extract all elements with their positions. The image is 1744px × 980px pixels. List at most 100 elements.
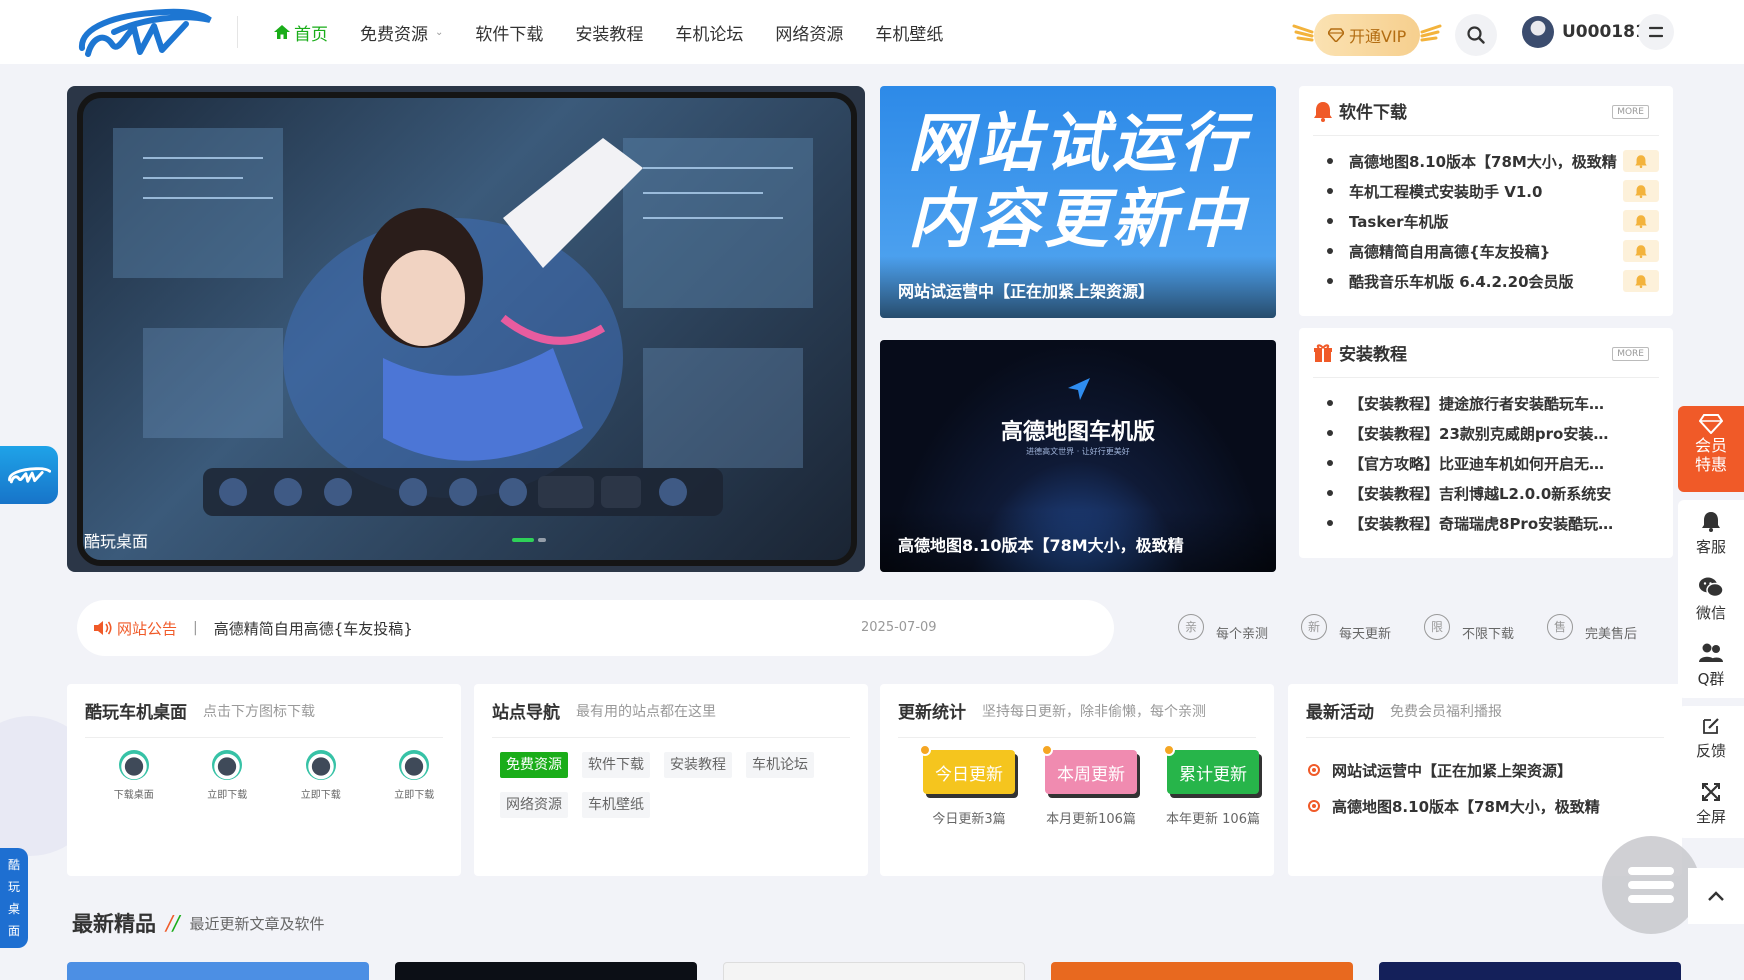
post-thumbnail[interactable]	[723, 962, 1025, 980]
post-thumbnail[interactable]	[1051, 962, 1353, 980]
list-item[interactable]: 【安装教程】奇瑞瑞虎8Pro安装酷玩…	[1327, 508, 1659, 538]
site-logo-icon	[8, 467, 51, 484]
desktop-download-item[interactable]: 立即下载	[274, 750, 368, 801]
nav-tag[interactable]: 网络资源	[500, 792, 568, 818]
software-more-link[interactable]: MORE	[1612, 105, 1649, 119]
hero-pagination[interactable]	[512, 538, 550, 542]
nav-network[interactable]: 网络资源	[775, 20, 843, 45]
post-thumbnail[interactable]	[67, 962, 369, 980]
tools-group: 反馈 全屏	[1678, 706, 1744, 838]
nav-tag[interactable]: 免费资源	[500, 752, 568, 778]
post-thumbnail[interactable]	[1379, 962, 1681, 980]
feature-badge-icon: 售	[1547, 613, 1574, 640]
wing-left-icon	[1292, 24, 1314, 42]
update-stat: 今日更新 今日更新3篇	[908, 744, 1030, 827]
hero-artwork	[113, 128, 813, 516]
feature-badge-label: 完美售后	[1585, 627, 1638, 642]
amap-banner-subtitle: 进德高文世界 · 让好行更美好	[1026, 447, 1130, 456]
customer-service-button[interactable]: 客服	[1678, 500, 1744, 566]
list-item-badge	[1623, 270, 1659, 292]
list-item[interactable]: 【安装教程】吉利博越L2.0.0新系统安	[1327, 478, 1659, 508]
diamond-icon	[1328, 28, 1344, 42]
desktop-card-hint: 点击下方图标下载	[203, 703, 315, 720]
site-logo[interactable]	[74, 4, 214, 60]
list-item-title: 【安装教程】23款别克威朗pro安装…	[1349, 424, 1609, 443]
nav-tag[interactable]: 车机壁纸	[582, 792, 650, 818]
list-item[interactable]: 【安装教程】捷途旅行者安装酷玩车…	[1327, 388, 1659, 418]
announcement-label: 网站公告	[117, 619, 178, 638]
hero-slider[interactable]: 酷玩桌面	[67, 86, 865, 572]
list-item[interactable]: Tasker车机版	[1327, 206, 1659, 236]
desktop-download-card: 酷玩车机桌面 点击下方图标下载 下载桌面 立即下载 立即下载 立即下载	[67, 684, 461, 876]
list-item[interactable]: 高德地图8.10版本【78M大小，极致精	[1327, 146, 1659, 176]
floating-menu-button[interactable]	[1602, 836, 1700, 934]
amap-banner-title: 高德地图车机版	[1000, 420, 1155, 445]
download-label: 立即下载	[207, 790, 248, 801]
download-label: 下载桌面	[113, 790, 154, 801]
activity-item[interactable]: 网站试运营中【正在加紧上架资源】	[1308, 752, 1682, 788]
wechat-label: 微信	[1695, 604, 1726, 622]
gift-icon	[1314, 343, 1332, 362]
list-item[interactable]: 【官方攻略】比亚迪车机如何开启无…	[1327, 448, 1659, 478]
nav-forum-label: 车机论坛	[675, 24, 744, 45]
software-download-box: 软件下载 MORE 高德地图8.10版本【78M大小，极致精 车机工程模式安装助手…	[1299, 86, 1673, 316]
trial-banner-text: 网站试运行 内容更新中	[908, 106, 1248, 258]
activity-card-header: 最新活动 免费会员福利播报	[1306, 684, 1664, 738]
float-logo-button[interactable]	[0, 446, 58, 504]
feature-card-amap[interactable]: 高德地图车机版 进德高文世界 · 让好行更美好 高德地图8.10版本【78M大小…	[880, 340, 1276, 572]
diamond-icon	[1699, 414, 1723, 434]
list-item[interactable]: 【安装教程】23款别克威朗pro安装…	[1327, 418, 1659, 448]
back-to-top-button[interactable]	[1688, 868, 1744, 924]
customer-service-label: 客服	[1695, 538, 1726, 556]
search-button[interactable]	[1455, 14, 1497, 56]
float-desktop-tab[interactable]: 酷 玩 桌 面	[0, 848, 28, 948]
desktop-download-item[interactable]: 立即下载	[181, 750, 275, 801]
list-item[interactable]: 高德精简自用高德{车友投稿}	[1327, 236, 1659, 266]
nav-card-hint: 最有用的站点都在这里	[576, 703, 716, 720]
list-item-badge	[1623, 210, 1659, 232]
list-item-badge	[1623, 240, 1659, 262]
wechat-button[interactable]: 微信	[1678, 566, 1744, 632]
feedback-button[interactable]: 反馈	[1678, 706, 1744, 772]
nav-tag[interactable]: 安装教程	[664, 752, 732, 778]
member-discount-button[interactable]: 会员 特惠	[1678, 406, 1744, 492]
feature-badge-icon: 新	[1301, 613, 1328, 640]
update-stat: 累计更新 本年更新 106篇	[1152, 744, 1274, 827]
feature-card-trial[interactable]: 网站试运行 内容更新中 网站试运营中【正在加紧上架资源】	[880, 86, 1276, 318]
list-item[interactable]: 车机工程模式安装助手 V1.0	[1327, 176, 1659, 206]
open-vip-button[interactable]: 开通VIP	[1314, 14, 1421, 56]
nav-wallpaper[interactable]: 车机壁纸	[875, 20, 943, 45]
user-menu[interactable]: U000181	[1522, 16, 1647, 48]
nav-software-label: 软件下载	[475, 24, 544, 45]
post-thumbnail[interactable]	[395, 962, 697, 980]
announcement-message[interactable]: 高德精简自用高德{车友投稿}	[214, 618, 413, 639]
nav-tutorials[interactable]: 安装教程	[575, 20, 643, 45]
float-tab-char: 玩	[7, 880, 20, 894]
download-label: 立即下载	[300, 790, 341, 801]
nav-home-label: 首页	[294, 24, 328, 45]
desktop-download-grid: 下载桌面 立即下载 立即下载 立即下载	[67, 738, 461, 801]
fullscreen-button[interactable]: 全屏	[1678, 772, 1744, 838]
top-header: 首页 免费资源 ⌄ 软件下载 安装教程 车机论坛 网络资源 车机壁纸 开通VIP…	[0, 0, 1744, 64]
nav-free-resources[interactable]: 免费资源 ⌄	[360, 20, 443, 45]
activity-card-title: 最新活动	[1306, 703, 1374, 723]
bell-icon	[1635, 215, 1647, 228]
qq-group-button[interactable]: Q群	[1678, 632, 1744, 698]
tutorial-more-link[interactable]: MORE	[1612, 347, 1649, 361]
list-item[interactable]: 酷我音乐车机版 6.4.2.20会员版	[1327, 266, 1659, 296]
nav-software[interactable]: 软件下载	[475, 20, 543, 45]
desktop-download-item[interactable]: 立即下载	[368, 750, 462, 801]
activity-item[interactable]: 高德地图8.10版本【78M大小，极致精	[1308, 788, 1682, 824]
contact-group: 客服 微信 Q群	[1678, 500, 1744, 698]
android-icon	[305, 750, 336, 780]
menu-toggle-button[interactable]	[1638, 14, 1674, 50]
desktop-download-item[interactable]: 下载桌面	[87, 750, 181, 801]
nav-wallpaper-label: 车机壁纸	[875, 24, 944, 45]
nav-forum[interactable]: 车机论坛	[675, 20, 743, 45]
nav-tag[interactable]: 软件下载	[582, 752, 650, 778]
list-item-title: 高德地图8.10版本【78M大小，极致精	[1349, 152, 1617, 171]
nav-home[interactable]: 首页	[274, 20, 328, 45]
nav-tag[interactable]: 车机论坛	[746, 752, 814, 778]
android-icon	[399, 750, 430, 780]
update-stat-badge: 本周更新	[1041, 744, 1137, 794]
